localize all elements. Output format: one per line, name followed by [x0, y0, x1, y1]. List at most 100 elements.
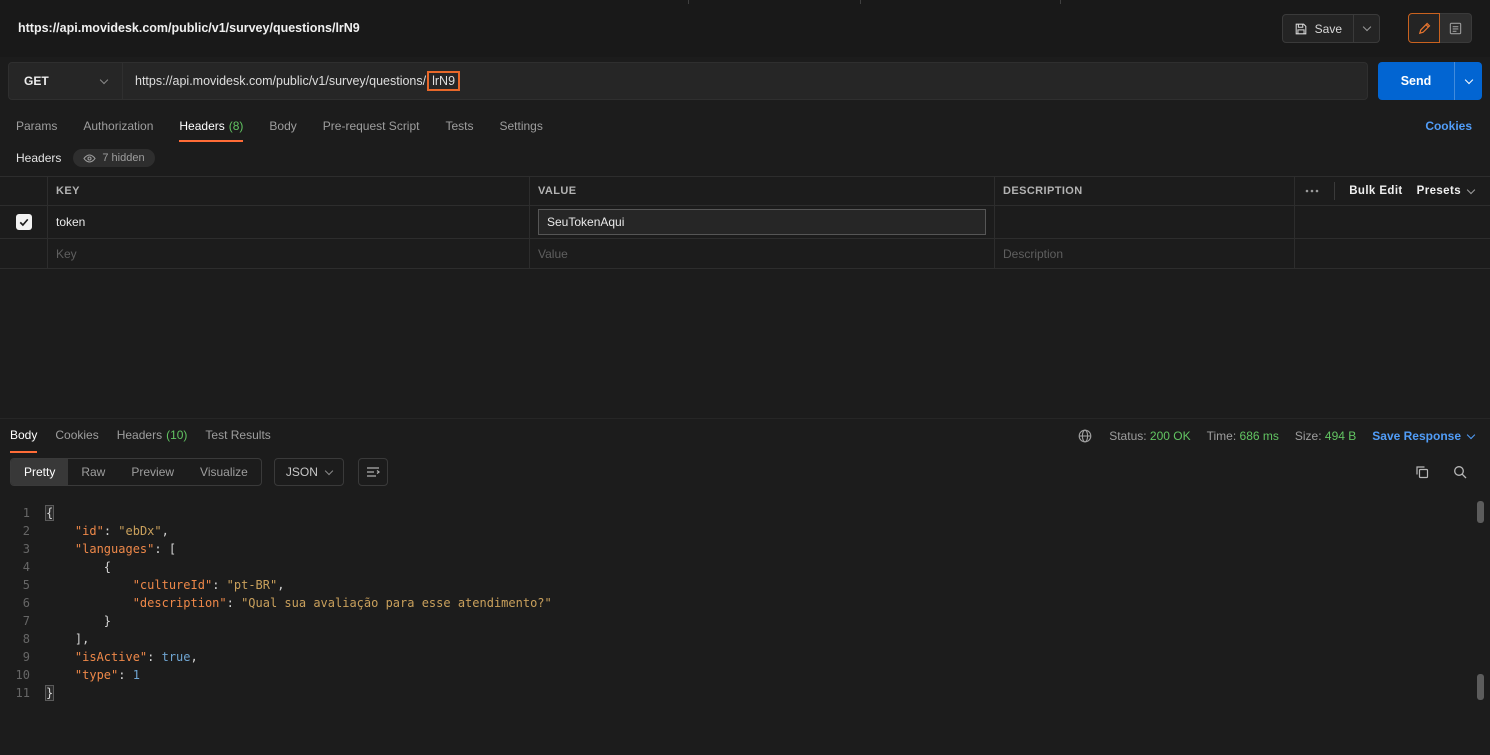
view-preview[interactable]: Preview: [118, 459, 187, 485]
eye-icon: [83, 153, 97, 164]
line-number: 5: [22, 578, 30, 592]
chevron-down-icon: [1362, 22, 1371, 32]
top-bar: https://api.movidesk.com/public/v1/surve…: [0, 0, 1490, 57]
line-number: 11: [15, 686, 30, 700]
size-value: 494 B: [1324, 429, 1357, 443]
wrap-lines-icon: [366, 466, 380, 478]
tab-divider: [688, 0, 689, 4]
hidden-headers-label: 7 hidden: [102, 152, 145, 164]
url-highlighted-segment: lrN9: [427, 71, 461, 91]
search-response-button[interactable]: [1452, 464, 1468, 480]
response-body-code[interactable]: 1{2 "id": "ebDx", 3 "languages": [4 {5 "c…: [0, 495, 1476, 755]
response-meta: Status: 200 OK Time: 686 ms Size: 494 B …: [1077, 419, 1476, 453]
chevron-down-icon: [99, 75, 109, 84]
url-text: https://api.movidesk.com/public/v1/surve…: [135, 74, 427, 88]
size-field: Size: 494 B: [1295, 429, 1356, 443]
tab-divider: [1060, 0, 1061, 4]
code-content: {: [44, 505, 55, 521]
header-value-input[interactable]: [538, 209, 986, 235]
description-column-header: DESCRIPTION: [995, 177, 1295, 205]
select-column-header: [0, 177, 48, 205]
code-line: 3 "languages": [: [0, 540, 1476, 558]
code-content: "isActive": true,: [74, 650, 198, 664]
response-tab-body[interactable]: Body: [10, 419, 38, 453]
response-tabs: Body Cookies Headers (10) Test Results S…: [0, 419, 1490, 453]
response-headers-count: (10): [166, 428, 188, 442]
tab-authorization[interactable]: Authorization: [83, 112, 153, 142]
divider: [1334, 182, 1336, 200]
bulk-edit-button[interactable]: Bulk Edit: [1349, 185, 1402, 197]
chevron-down-icon: [324, 466, 334, 475]
new-value-input[interactable]: [538, 241, 986, 266]
response-tab-headers[interactable]: Headers (10): [117, 419, 188, 453]
code-content: "description": "Qual sua avaliação para …: [132, 596, 552, 610]
view-visualize[interactable]: Visualize: [187, 459, 261, 485]
save-response-button[interactable]: Save Response: [1372, 429, 1476, 443]
headers-count: (8): [228, 119, 244, 133]
status-label: Status:: [1109, 429, 1147, 443]
header-description-cell[interactable]: [995, 206, 1295, 238]
response-tab-cookies[interactable]: Cookies: [55, 419, 98, 453]
status-field: Status: 200 OK: [1109, 429, 1190, 443]
edit-request-button[interactable]: [1408, 13, 1440, 43]
save-options-button[interactable]: [1353, 15, 1379, 42]
tab-tests[interactable]: Tests: [445, 112, 473, 142]
code-content: }: [103, 614, 112, 628]
table-actions: Bulk Edit Presets: [1295, 177, 1490, 205]
new-key-input[interactable]: [56, 241, 521, 266]
code-content: "type": 1: [74, 668, 140, 682]
chevron-down-icon: [1466, 430, 1476, 439]
line-number: 6: [22, 596, 30, 610]
scrollbar-thumb[interactable]: [1477, 501, 1484, 523]
code-line: 9 "isActive": true,: [0, 648, 1476, 666]
hidden-headers-toggle[interactable]: 7 hidden: [73, 149, 155, 167]
row-actions-cell: [1295, 239, 1490, 268]
value-column-header: VALUE: [530, 177, 995, 205]
code-content: }: [44, 685, 55, 701]
response-view-bar: Pretty Raw Preview Visualize JSON: [0, 453, 1490, 491]
code-line: 10 "type": 1: [0, 666, 1476, 684]
code-line: 2 "id": "ebDx",: [0, 522, 1476, 540]
method-select[interactable]: GET: [9, 63, 123, 99]
tab-settings[interactable]: Settings: [500, 112, 543, 142]
header-key-cell[interactable]: token: [48, 206, 530, 238]
header-value-cell: [530, 206, 995, 238]
new-description-input[interactable]: [1003, 241, 1286, 266]
save-button-group: Save: [1281, 14, 1380, 43]
comment-panel-icon: [1448, 21, 1463, 36]
new-value-cell: [530, 239, 995, 268]
scrollbar-thumb[interactable]: [1477, 674, 1484, 700]
row-checkbox[interactable]: [15, 214, 32, 230]
code-content: {: [103, 560, 112, 574]
more-actions-icon[interactable]: [1304, 184, 1320, 198]
row-actions-cell: [1295, 206, 1490, 238]
network-icon[interactable]: [1077, 428, 1093, 444]
table-row: token: [0, 206, 1490, 239]
method-url-field: GET https://api.movidesk.com/public/v1/s…: [8, 62, 1368, 100]
tab-headers[interactable]: Headers (8): [179, 112, 244, 142]
tab-divider: [860, 0, 861, 4]
tab-params[interactable]: Params: [16, 112, 57, 142]
code-line: 7 }: [0, 612, 1476, 630]
send-button[interactable]: Send: [1378, 62, 1454, 100]
save-button[interactable]: Save: [1283, 15, 1353, 42]
status-value: 200 OK: [1149, 429, 1191, 443]
view-pretty[interactable]: Pretty: [11, 459, 69, 485]
comments-button[interactable]: [1440, 13, 1472, 43]
send-options-button[interactable]: [1454, 62, 1482, 100]
language-select[interactable]: JSON: [273, 458, 344, 486]
tab-prerequest-script[interactable]: Pre-request Script: [323, 112, 420, 142]
line-number: 10: [15, 668, 30, 682]
view-raw[interactable]: Raw: [68, 459, 118, 485]
url-input[interactable]: https://api.movidesk.com/public/v1/surve…: [123, 63, 1367, 99]
presets-button[interactable]: Presets: [1417, 185, 1476, 197]
copy-response-button[interactable]: [1414, 464, 1430, 480]
size-label: Size:: [1294, 429, 1322, 443]
new-description-cell: [995, 239, 1295, 268]
response-tab-test-results[interactable]: Test Results: [205, 419, 270, 453]
wrap-lines-button[interactable]: [357, 458, 388, 486]
save-icon: [1294, 22, 1308, 36]
line-number: 4: [22, 560, 30, 574]
cookies-link[interactable]: Cookies: [1425, 119, 1472, 133]
tab-body[interactable]: Body: [269, 112, 296, 142]
